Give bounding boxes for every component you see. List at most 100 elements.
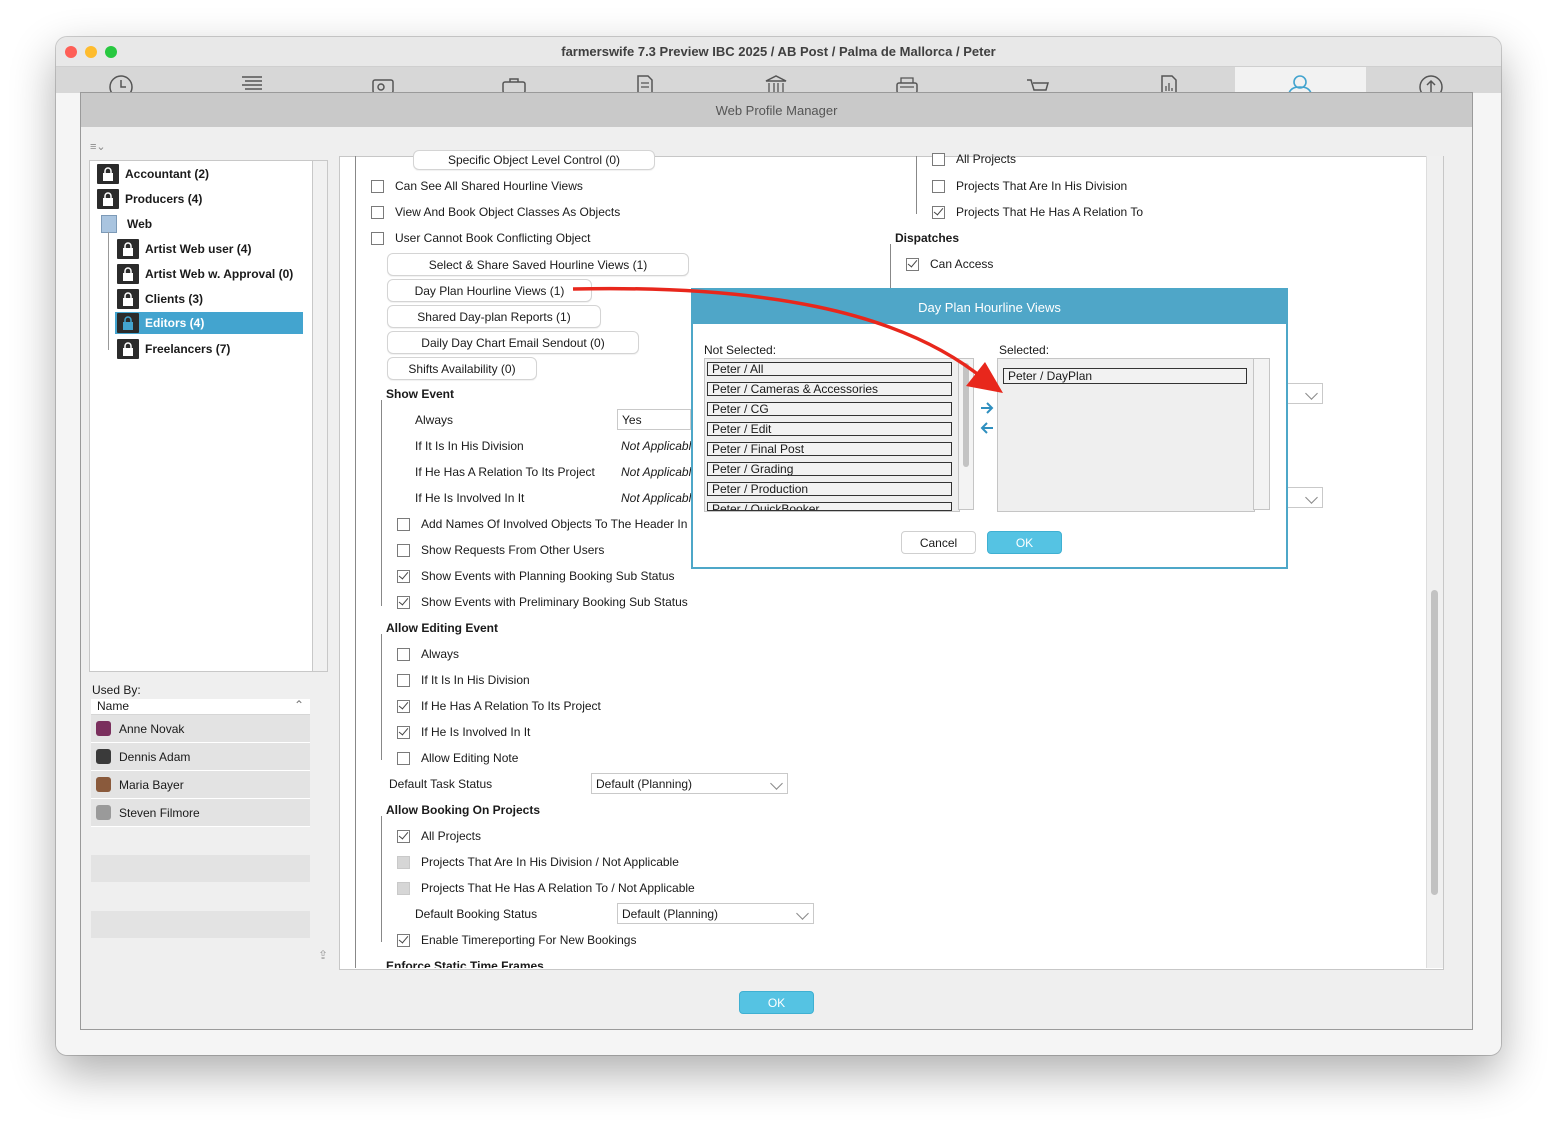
user-row[interactable]: Steven Filmore [91,799,310,827]
list-item[interactable]: Peter / QuickBooker [707,502,952,511]
booking-all-projects-option[interactable]: All Projects [397,826,481,846]
list-item[interactable]: Peter / DayPlan [1003,368,1247,384]
checkbox-checked[interactable] [397,569,410,583]
shared-dayplan-reports-button[interactable]: Shared Day-plan Reports (1) [387,305,601,328]
bank-icon[interactable] [763,74,789,93]
checkbox-checked[interactable] [932,205,945,219]
allow-editing-always-option[interactable]: Always [397,644,459,664]
used-by-header[interactable]: Name ⌃ [91,698,310,715]
tree-item-web-folder[interactable]: Web [97,213,152,235]
tree-item-artist-web-user[interactable]: Artist Web user (4) [117,238,251,260]
sheet-ok-button[interactable]: OK [739,991,814,1014]
checkbox-checked[interactable] [397,829,410,843]
list-item[interactable]: Peter / Edit [707,422,952,436]
default-booking-status-select[interactable]: Default (Planning) [617,903,814,924]
show-requests-option[interactable]: Show Requests From Other Users [397,540,604,560]
daily-day-chart-email-button[interactable]: Daily Day Chart Email Sendout (0) [387,331,639,354]
tree-item-freelancers[interactable]: Freelancers (7) [117,338,230,360]
list-item[interactable]: Peter / All [707,362,952,376]
checkbox-checked[interactable] [397,725,410,739]
checkbox[interactable] [371,179,384,193]
user-row[interactable]: Maria Bayer [91,771,310,799]
view-book-classes-option[interactable]: View And Book Object Classes As Objects [371,202,620,222]
main-toolbar [56,67,1501,99]
report-icon[interactable] [1156,74,1182,94]
share-icon[interactable]: ⇪ [318,948,332,962]
in-division-option[interactable]: Projects That Are In His Division [932,176,1127,196]
list-item[interactable]: Peter / Cameras & Accessories [707,382,952,396]
shifts-availability-button[interactable]: Shifts Availability (0) [387,357,537,380]
not-selected-scrollbar[interactable] [958,358,974,510]
enable-timereporting-option[interactable]: Enable Timereporting For New Bookings [397,930,636,950]
checkbox-checked[interactable] [397,595,410,609]
cancel-button[interactable]: Cancel [901,531,976,554]
checkbox[interactable] [397,673,410,687]
user-icon[interactable] [1287,74,1313,94]
day-plan-hourline-views-button[interactable]: Day Plan Hourline Views (1) [387,279,592,302]
allow-editing-relation-option[interactable]: If He Has A Relation To Its Project [397,696,601,716]
all-projects-option[interactable]: All Projects [932,150,1016,168]
checkbox[interactable] [397,517,410,531]
tree-item-editors[interactable]: Editors (4) [115,312,303,334]
briefcase-icon[interactable] [501,74,527,94]
tree-item-producers[interactable]: Producers (4) [97,188,202,210]
tree-item-artist-web-approval[interactable]: Artist Web w. Approval (0) [117,263,293,285]
document-icon[interactable] [632,74,658,94]
checkbox-checked[interactable] [397,699,410,713]
checkbox[interactable] [371,205,384,219]
relation-to-option[interactable]: Projects That He Has A Relation To [932,202,1143,222]
options-menu-icon[interactable]: ≡⌄ [90,140,108,153]
checkbox[interactable] [397,751,410,765]
show-planning-option[interactable]: Show Events with Planning Booking Sub St… [397,566,675,586]
allow-editing-involved-option[interactable]: If He Is Involved In It [397,722,530,742]
camera-icon[interactable] [370,74,396,94]
tree-item-clients[interactable]: Clients (3) [117,288,203,310]
checkbox-checked[interactable] [906,257,919,271]
scrollbar-thumb[interactable] [1431,590,1438,895]
show-event-always-select[interactable]: Yes [617,409,691,430]
typewriter-icon[interactable] [894,74,920,94]
checkbox-checked[interactable] [397,933,410,947]
show-event-relation-value[interactable]: Not Applicable [621,462,691,482]
list-item[interactable]: Peter / Production [707,482,952,496]
specific-object-level-control-button[interactable]: Specific Object Level Control (0) [413,150,655,170]
can-access-option[interactable]: Can Access [906,254,993,274]
cart-icon[interactable] [1025,74,1051,93]
checkbox[interactable] [932,152,945,166]
move-right-arrow-icon[interactable] [979,401,995,415]
checkbox[interactable] [397,647,410,661]
list-icon[interactable] [239,74,265,93]
can-see-shared-option[interactable]: Can See All Shared Hourline Views [371,176,583,196]
tree-item-accountant[interactable]: Accountant (2) [97,163,209,185]
list-item[interactable]: Peter / CG [707,402,952,416]
add-names-option[interactable]: Add Names Of Involved Objects To The Hea… [397,514,691,534]
show-event-division-value[interactable]: Not Applicable [621,436,691,456]
checkbox[interactable] [397,543,410,557]
checkbox[interactable] [371,231,384,245]
user-cannot-book-option[interactable]: User Cannot Book Conflicting Object [371,228,590,248]
list-item[interactable]: Peter / Final Post [707,442,952,456]
show-prelim-option[interactable]: Show Events with Preliminary Booking Sub… [397,592,688,612]
upload-icon[interactable] [1418,74,1444,99]
lock-icon [117,313,139,333]
selected-list[interactable]: Peter / DayPlan [997,358,1255,512]
not-selected-list[interactable]: Peter / All Peter / Cameras & Accessorie… [704,358,960,512]
booking-relation-option[interactable]: Projects That He Has A Relation To / Not… [397,878,695,898]
checkbox[interactable] [932,179,945,193]
user-row[interactable]: Dennis Adam [91,743,310,771]
user-row[interactable]: Anne Novak [91,715,310,743]
booking-division-option[interactable]: Projects That Are In His Division / Not … [397,852,679,872]
tree-item-label: Artist Web user (4) [145,242,252,256]
profile-tree-scrollbar[interactable] [312,160,328,672]
select-share-hourline-views-button[interactable]: Select & Share Saved Hourline Views (1) [387,253,689,276]
show-event-involved-value[interactable]: Not Applicable [621,488,691,508]
clock-icon[interactable] [108,74,134,99]
move-left-arrow-icon[interactable] [979,421,995,435]
default-task-status-select[interactable]: Default (Planning) [591,773,788,794]
scrollbar-thumb[interactable] [963,363,969,467]
allow-editing-division-option[interactable]: If It Is In His Division [397,670,530,690]
list-item[interactable]: Peter / Grading [707,462,952,476]
selected-scrollbar[interactable] [1253,358,1270,510]
allow-editing-note-option[interactable]: Allow Editing Note [397,748,518,768]
dialog-ok-button[interactable]: OK [987,531,1062,554]
